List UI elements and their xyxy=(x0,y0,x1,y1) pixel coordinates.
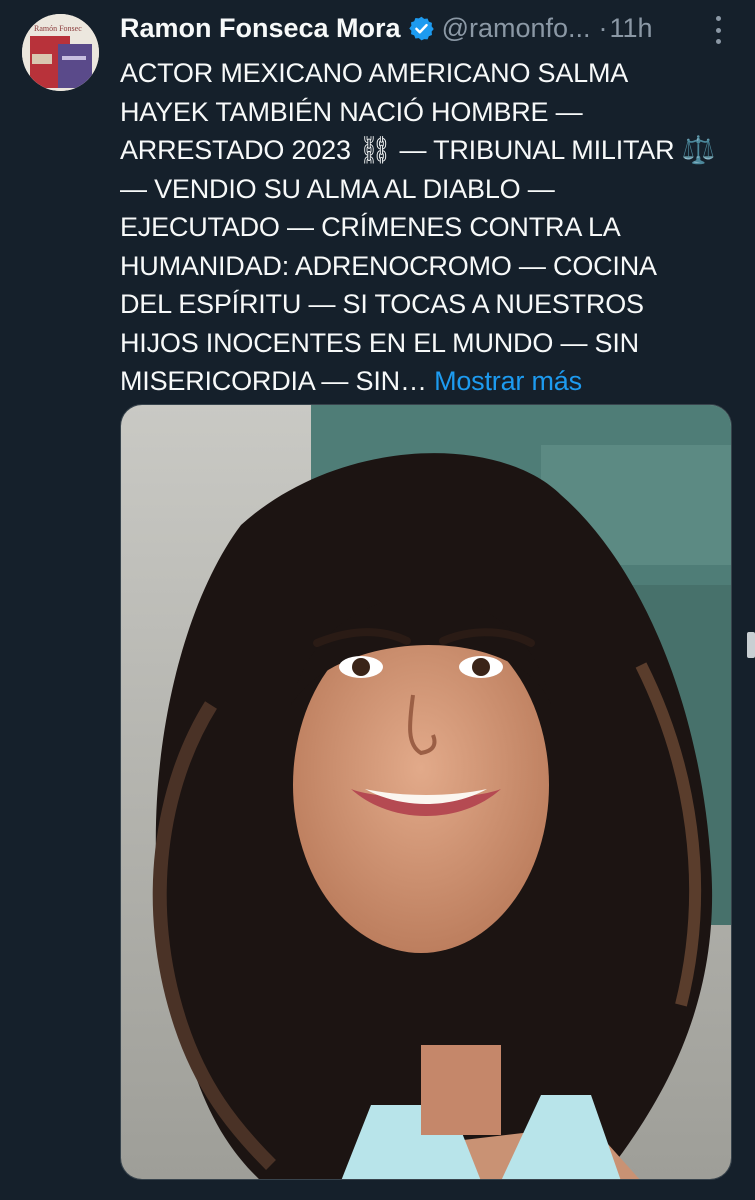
tweet-line: EJECUTADO — CRÍMENES CONTRA LA xyxy=(120,212,621,242)
tweet-text: ACTOR MEXICANO AMERICANO SALMA HAYEK TAM… xyxy=(120,54,740,401)
tweet-line: HIJOS INOCENTES EN EL MUNDO — SIN xyxy=(120,327,639,358)
tweet-content: Ramon Fonseca Mora @ramonfo... · 11h ACT… xyxy=(120,0,740,401)
tweet-line: DEL ESPÍRITU — SI TOCAS A NUESTROS xyxy=(120,289,644,319)
verified-badge-icon xyxy=(408,15,435,42)
tweet-line: MISERICORDIA — SIN… xyxy=(120,366,427,396)
tweet[interactable]: Ramón Fonsec Ramon Fonseca Mora @ramonfo… xyxy=(0,0,755,1200)
tweet-line: ARRESTADO 2023 ⛓ — TRIBUNAL MILITAR ⚖️ xyxy=(120,135,716,165)
separator-dot: · xyxy=(598,12,608,43)
tweet-photo[interactable] xyxy=(120,404,732,1180)
show-more-link[interactable]: Mostrar más xyxy=(434,366,582,396)
more-vertical-icon[interactable] xyxy=(708,16,728,44)
author-name[interactable]: Ramon Fonseca Mora xyxy=(120,13,401,44)
tweet-line: ACTOR MEXICANO AMERICANO SALMA xyxy=(120,58,629,88)
tweet-line: — VENDIO SU ALMA AL DIABLO — xyxy=(120,173,555,204)
tweet-line-last: MISERICORDIA — SIN… Mostrar más xyxy=(120,362,740,401)
tweet-line: HUMANIDAD: ADRENOCROMO — COCINA xyxy=(120,250,657,281)
avatar-text: Ramón Fonsec xyxy=(34,24,82,33)
tweet-header: Ramon Fonseca Mora @ramonfo... · 11h xyxy=(120,0,740,54)
scrollbar-thumb[interactable] xyxy=(747,632,755,658)
tweet-line: HAYEK TAMBIÉN NACIÓ HOMBRE — xyxy=(120,96,583,127)
avatar[interactable]: Ramón Fonsec xyxy=(22,14,99,91)
timestamp[interactable]: 11h xyxy=(610,13,653,44)
author-handle[interactable]: @ramonfo... xyxy=(442,13,591,44)
